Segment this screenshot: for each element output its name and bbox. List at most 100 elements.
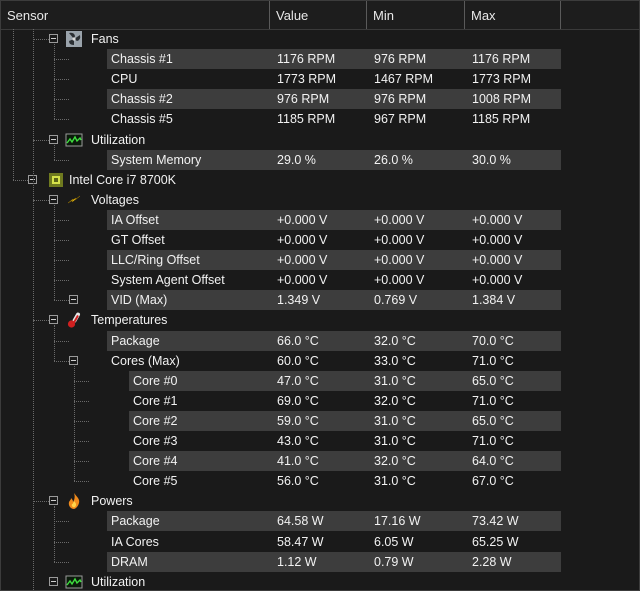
sensor-label: LLC/Ring Offset <box>111 253 200 268</box>
sensor-max: 65.25 W <box>472 534 519 549</box>
sensor-min: 967 RPM <box>374 112 427 127</box>
sensor-label: CPU <box>111 72 138 87</box>
sensor-min: 976 RPM <box>374 52 427 67</box>
collapse-toggle[interactable] <box>49 315 58 325</box>
sensor-max: 1.384 V <box>472 293 516 308</box>
collapse-toggle[interactable] <box>49 576 58 586</box>
column-header-min[interactable]: Min <box>367 1 465 29</box>
sensor-label: IA Offset <box>111 212 159 227</box>
sensor-row[interactable]: System Agent Offset +0.000 V +0.000 V +0.00… <box>1 270 639 290</box>
sensor-row[interactable]: DRAM 1.12 W 0.79 W 2.28 W <box>1 551 639 572</box>
sensor-max: 2.28 W <box>472 554 512 569</box>
sensor-min: 32.0 °C <box>374 393 416 408</box>
sensor-min: 0.769 V <box>374 293 418 308</box>
sensor-row[interactable]: Chassis #2 976 RPM 976 RPM 1008 RPM <box>1 89 639 110</box>
collapse-toggle[interactable] <box>49 134 58 144</box>
tree-group-row[interactable]: Intel Core i7 8700K <box>1 170 639 190</box>
sensor-value: 59.0 °C <box>277 413 319 428</box>
column-header-max[interactable]: Max <box>465 1 561 29</box>
sensor-max: 73.42 W <box>472 514 519 529</box>
flame-icon <box>65 492 83 510</box>
sensor-value: 64.58 W <box>277 514 324 529</box>
sensor-row[interactable]: GT Offset +0.000 V +0.000 V +0.000 V <box>1 230 639 250</box>
sensor-row[interactable]: Chassis #5 1185 RPM 967 RPM 1185 RPM <box>1 109 639 129</box>
sensor-label: Core #5 <box>133 474 178 489</box>
sensor-row[interactable]: Package 66.0 °C 32.0 °C 70.0 °C <box>1 330 639 351</box>
sensor-row[interactable]: LLC/Ring Offset +0.000 V +0.000 V +0.000 V <box>1 250 639 271</box>
sensor-label: IA Cores <box>111 534 159 549</box>
sensor-value: +0.000 V <box>277 273 328 288</box>
sensor-min: +0.000 V <box>374 212 425 227</box>
sensor-label: GT Offset <box>111 233 165 247</box>
sensor-value: 58.47 W <box>277 534 324 549</box>
sensor-row[interactable]: Core #2 59.0 °C 31.0 °C 65.0 °C <box>1 410 639 431</box>
group-label: Utilization <box>91 132 146 147</box>
sensor-min: 33.0 °C <box>374 353 416 368</box>
tree-group-row[interactable]: Powers <box>1 491 639 511</box>
sensor-value: +0.000 V <box>277 233 328 247</box>
sensor-label: Chassis #2 <box>111 92 173 107</box>
collapse-toggle[interactable] <box>49 194 58 204</box>
sensor-min: 0.79 W <box>374 554 414 569</box>
sensor-label: Chassis #1 <box>111 52 173 67</box>
sensor-row[interactable]: Core #4 41.0 °C 32.0 °C 64.0 °C <box>1 451 639 472</box>
column-header-value[interactable]: Value <box>270 1 367 29</box>
sensor-min: 1467 RPM <box>374 72 434 87</box>
column-header: Sensor Value Min Max <box>1 1 639 30</box>
sensor-value: 69.0 °C <box>277 393 319 408</box>
sensor-max: 70.0 °C <box>472 333 514 348</box>
sensor-max: +0.000 V <box>472 273 523 288</box>
sensor-max: 30.0 % <box>472 152 511 167</box>
column-header-sensor[interactable]: Sensor <box>1 1 270 29</box>
sensor-row[interactable]: Core #5 56.0 °C 31.0 °C 67.0 °C <box>1 471 639 491</box>
group-label: Temperatures <box>91 313 168 328</box>
group-label: Utilization <box>91 574 146 589</box>
tree-group-row[interactable]: Utilization <box>1 130 639 150</box>
sensor-label: Core #3 <box>133 434 178 448</box>
sensor-row[interactable]: System Memory 29.0 % 26.0 % 30.0 % <box>1 149 639 170</box>
sensor-row[interactable]: VID (Max) 1.349 V 0.769 V 1.384 V <box>1 290 639 311</box>
tree-group-row[interactable]: Utilization <box>1 572 639 590</box>
sensor-min: 31.0 °C <box>374 413 416 428</box>
tree-group-row[interactable]: Fans <box>1 29 639 49</box>
sensor-min: 31.0 °C <box>374 474 416 489</box>
sensor-value: 976 RPM <box>277 92 330 107</box>
sensor-value: 56.0 °C <box>277 474 319 489</box>
tree-group-row[interactable]: Voltages <box>1 190 639 210</box>
sensor-label: Core #2 <box>133 413 178 428</box>
sensor-row[interactable]: IA Cores 58.47 W 6.05 W 65.25 W <box>1 532 639 552</box>
sensor-row[interactable]: Chassis #1 1176 RPM 976 RPM 1176 RPM <box>1 49 639 70</box>
sensor-label: Chassis #5 <box>111 112 173 127</box>
sensor-value: 29.0 % <box>277 152 316 167</box>
sensor-row[interactable]: IA Offset +0.000 V +0.000 V +0.000 V <box>1 209 639 230</box>
sensor-label: Core #1 <box>133 393 178 408</box>
tree-group-row[interactable]: Temperatures <box>1 310 639 330</box>
sensor-row[interactable]: CPU 1773 RPM 1467 RPM 1773 RPM <box>1 69 639 89</box>
sensor-min: 976 RPM <box>374 92 427 107</box>
sensor-max: 71.0 °C <box>472 434 514 448</box>
sensor-min: 17.16 W <box>374 514 421 529</box>
group-label: Intel Core i7 8700K <box>69 172 177 187</box>
sensor-max: 64.0 °C <box>472 454 514 469</box>
collapse-toggle[interactable] <box>49 34 58 43</box>
collapse-toggle[interactable] <box>49 496 58 506</box>
sensor-label: System Memory <box>111 152 202 167</box>
expand-toggle[interactable] <box>69 355 78 365</box>
sensor-row[interactable]: Cores (Max) 60.0 °C 33.0 °C 71.0 °C <box>1 351 639 371</box>
sensor-row[interactable]: Package 64.58 W 17.16 W 73.42 W <box>1 511 639 532</box>
group-label: Fans <box>91 32 119 46</box>
sensor-max: 1773 RPM <box>472 72 532 87</box>
sensor-value: +0.000 V <box>277 253 328 268</box>
sensor-max: 1185 RPM <box>472 112 531 127</box>
expand-toggle[interactable] <box>69 295 78 305</box>
sensor-max: +0.000 V <box>472 253 523 268</box>
fan-icon <box>65 30 83 48</box>
sensor-row[interactable]: Core #0 47.0 °C 31.0 °C 65.0 °C <box>1 370 639 391</box>
voltage-icon <box>65 191 83 209</box>
sensor-row[interactable]: Core #1 69.0 °C 32.0 °C 71.0 °C <box>1 391 639 411</box>
sensor-value: 60.0 °C <box>277 353 319 368</box>
sensor-row[interactable]: Core #3 43.0 °C 31.0 °C 71.0 °C <box>1 431 639 451</box>
sensor-value: 1.349 V <box>277 293 321 308</box>
sensor-min: 32.0 °C <box>374 333 416 348</box>
sensor-label: System Agent Offset <box>111 273 225 288</box>
